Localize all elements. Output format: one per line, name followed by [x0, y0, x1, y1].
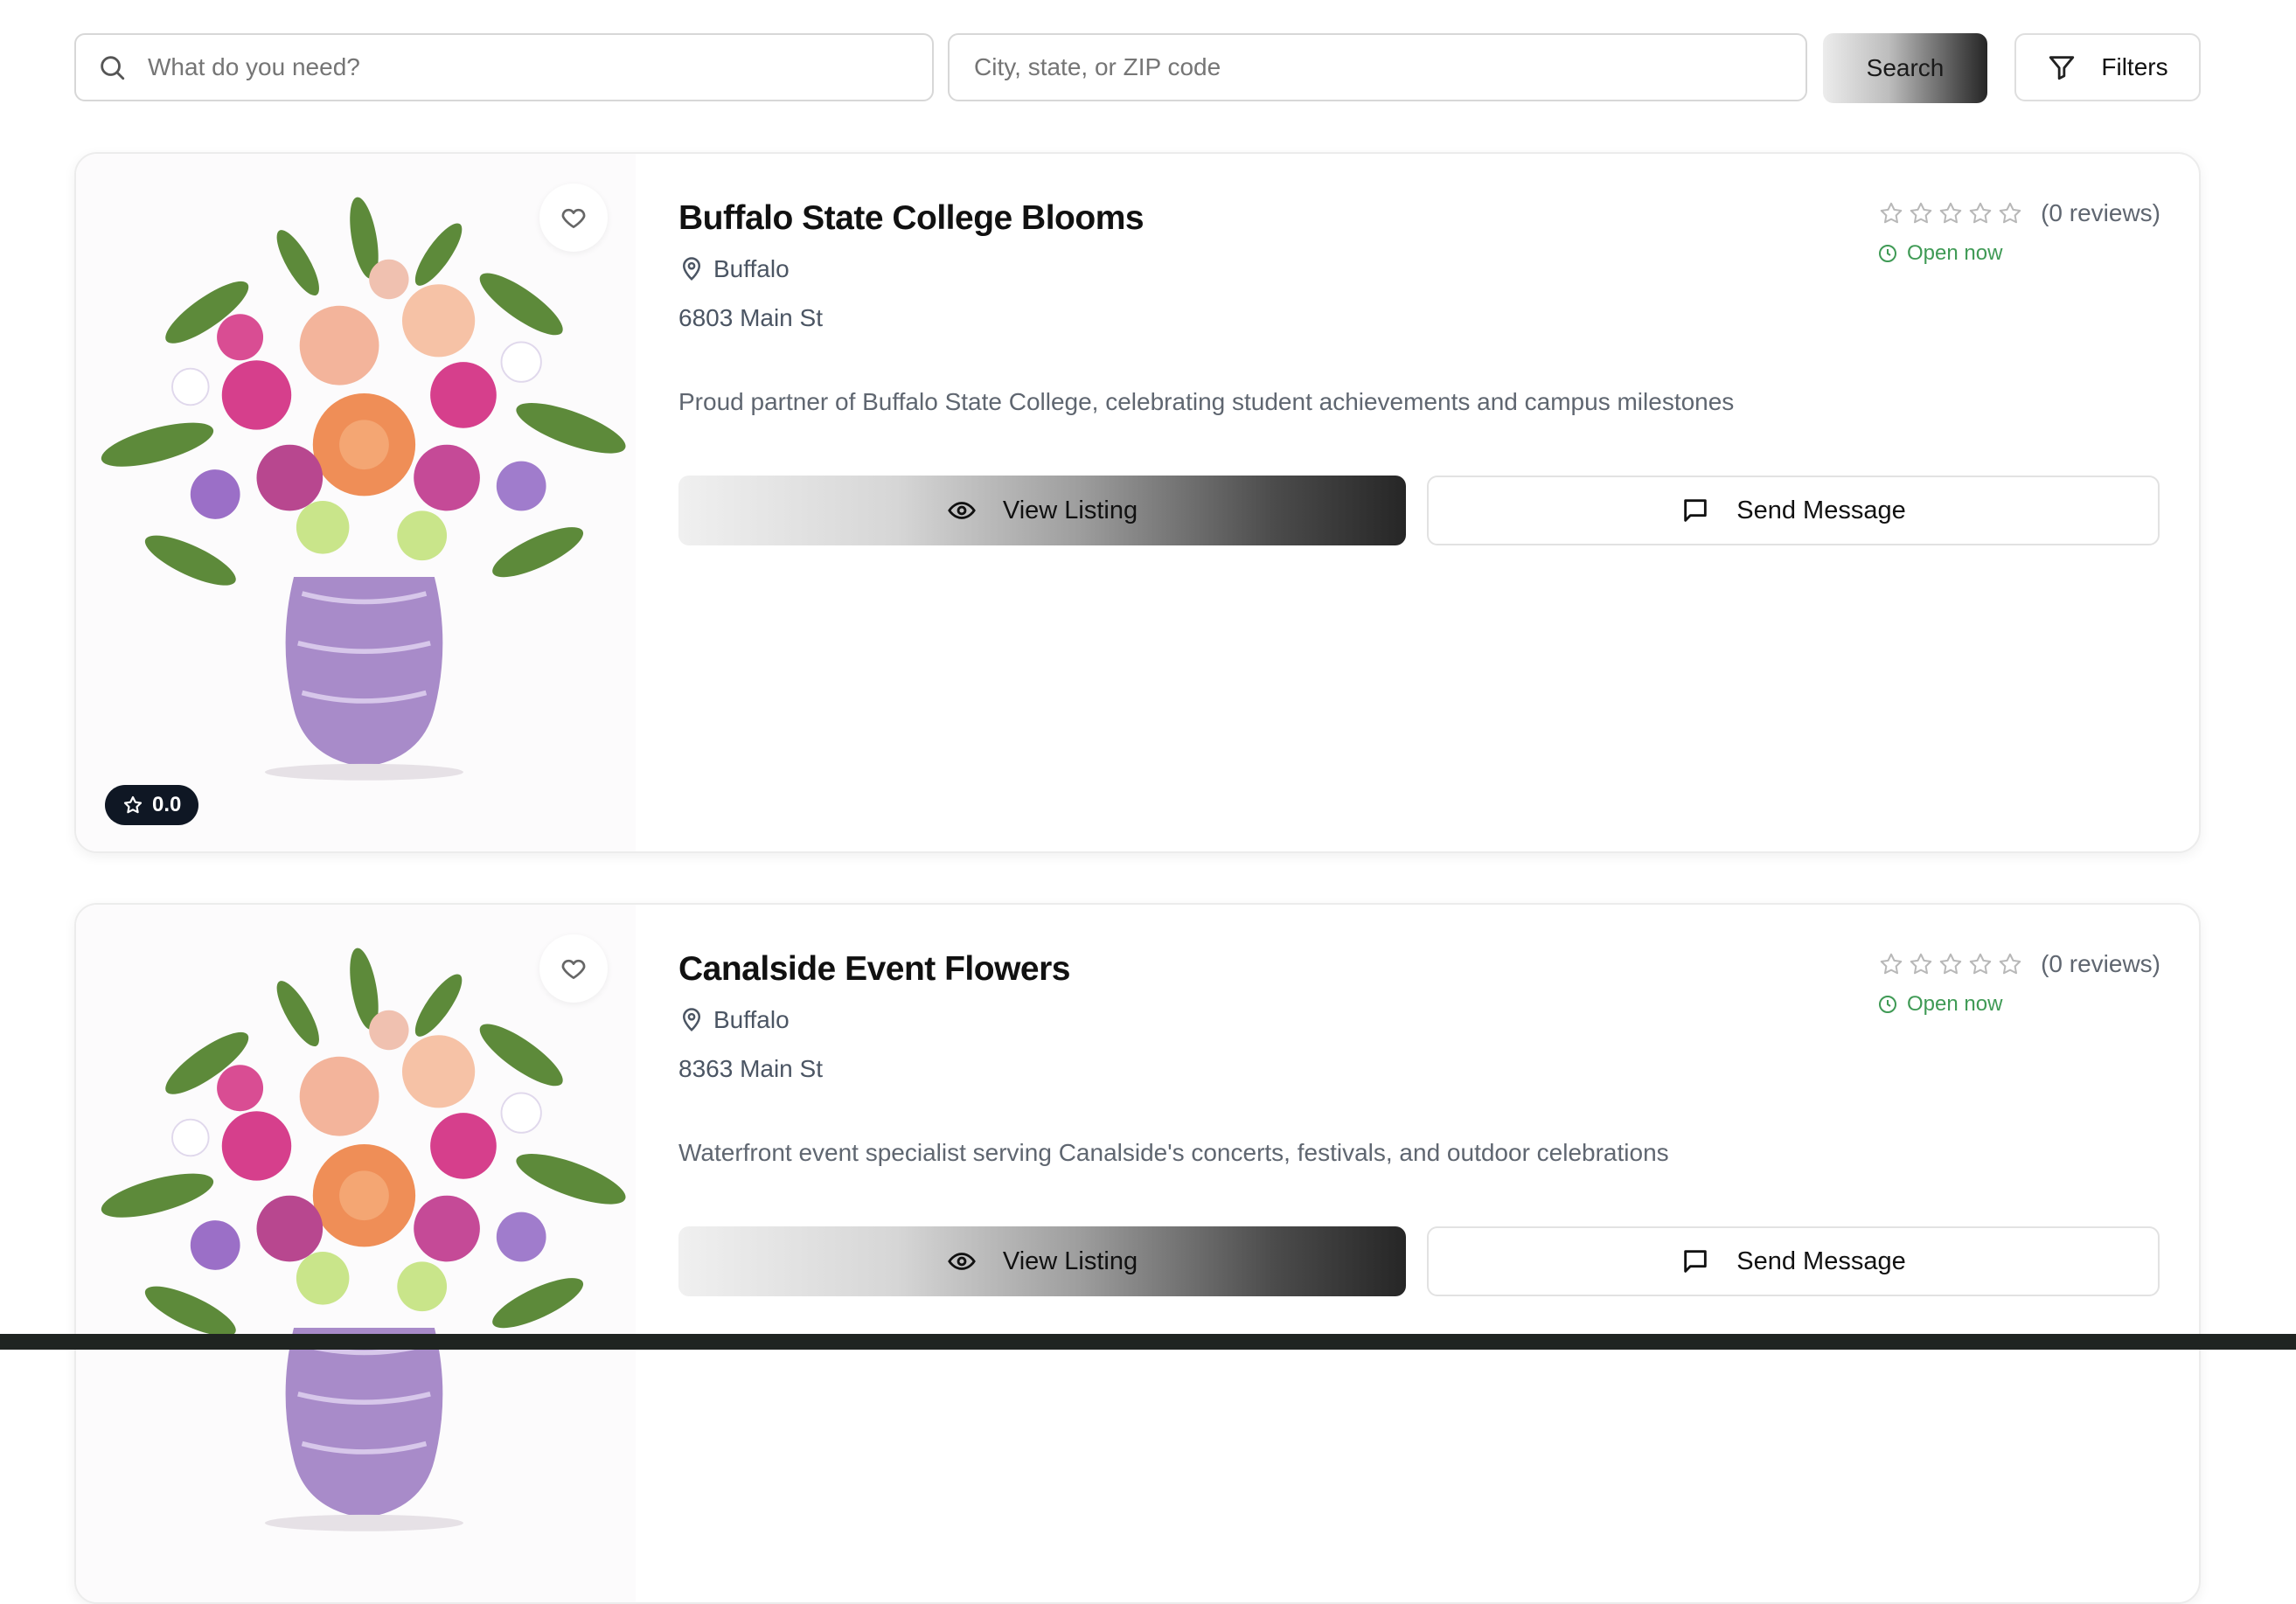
- listing-title[interactable]: Buffalo State College Blooms: [678, 199, 1145, 238]
- filter-icon: [2049, 56, 2075, 80]
- listing-card: 0.0 Buffalo State College Blooms Buffalo…: [74, 152, 2201, 853]
- rating-value: 0.0: [152, 793, 182, 816]
- search-bar: Search Filters: [74, 33, 2201, 103]
- view-listing-label: View Listing: [1002, 496, 1138, 524]
- bouquet-image: [76, 931, 636, 1543]
- clock-icon: [1879, 245, 1896, 262]
- search-button[interactable]: Search: [1823, 33, 1987, 103]
- filters-button[interactable]: Filters: [2014, 33, 2201, 101]
- listing-city: Buffalo: [678, 255, 790, 283]
- listing-image[interactable]: [76, 905, 636, 1602]
- map-pin-icon: [682, 257, 701, 281]
- open-status: Open now: [1877, 992, 2002, 1017]
- listing-address: 6803 Main St: [678, 304, 823, 331]
- listing-description: Proud partner of Buffalo State College, …: [678, 388, 1735, 415]
- bouquet-image: [76, 180, 636, 792]
- star-icon: [1999, 953, 2021, 975]
- open-status-label: Open now: [1907, 992, 2003, 1016]
- location-input[interactable]: [972, 52, 1805, 82]
- star-icon: [1880, 202, 1903, 224]
- listing-description: Waterfront event specialist serving Cana…: [678, 1139, 1669, 1166]
- star-icon: [1939, 202, 1962, 224]
- eye-icon: [948, 502, 976, 519]
- star-icon: [1969, 953, 1992, 975]
- review-count[interactable]: (0 reviews): [2041, 950, 2160, 978]
- star-icon: [1910, 202, 1932, 224]
- heart-icon: [561, 959, 586, 979]
- star-rating: (0 reviews): [1878, 199, 2160, 227]
- message-square-icon: [1684, 499, 1708, 522]
- message-square-icon: [1684, 1250, 1708, 1273]
- star-icon: [1999, 202, 2021, 224]
- favorite-button[interactable]: [539, 934, 608, 1003]
- star-icon: [123, 795, 143, 814]
- what-search-field[interactable]: [74, 33, 934, 101]
- listing-address: 8363 Main St: [678, 1055, 823, 1082]
- view-listing-button[interactable]: View Listing: [678, 1226, 1406, 1296]
- open-status-label: Open now: [1907, 241, 2003, 265]
- send-message-label: Send Message: [1736, 1246, 1906, 1275]
- rating-badge: 0.0: [105, 785, 199, 825]
- bottom-bar: [0, 1334, 2296, 1350]
- heart-icon: [561, 208, 586, 228]
- listing-image[interactable]: 0.0: [76, 154, 636, 851]
- star-icon: [1910, 953, 1932, 975]
- city-label: Buffalo: [713, 255, 790, 282]
- send-message-label: Send Message: [1736, 496, 1906, 524]
- city-label: Buffalo: [713, 1006, 790, 1033]
- map-pin-icon: [682, 1008, 701, 1031]
- favorite-button[interactable]: [539, 184, 608, 252]
- send-message-button[interactable]: Send Message: [1427, 1226, 2160, 1296]
- listing-city: Buffalo: [678, 1006, 790, 1034]
- star-icon: [1880, 953, 1903, 975]
- listing-title[interactable]: Canalside Event Flowers: [678, 950, 1071, 989]
- star-rating: (0 reviews): [1878, 950, 2160, 978]
- listing-card: Canalside Event Flowers Buffalo 8363 Mai…: [74, 903, 2201, 1604]
- location-search-field[interactable]: [948, 33, 1807, 101]
- view-listing-label: View Listing: [1002, 1246, 1138, 1275]
- clock-icon: [1879, 996, 1896, 1013]
- search-icon: [101, 56, 125, 80]
- view-listing-button[interactable]: View Listing: [678, 476, 1406, 545]
- what-input[interactable]: [146, 52, 932, 82]
- star-icon: [1939, 953, 1962, 975]
- star-icon: [1969, 202, 1992, 224]
- filters-label: Filters: [2101, 53, 2168, 80]
- eye-icon: [948, 1253, 976, 1270]
- open-status: Open now: [1877, 241, 2002, 266]
- send-message-button[interactable]: Send Message: [1427, 476, 2160, 545]
- review-count[interactable]: (0 reviews): [2041, 199, 2160, 227]
